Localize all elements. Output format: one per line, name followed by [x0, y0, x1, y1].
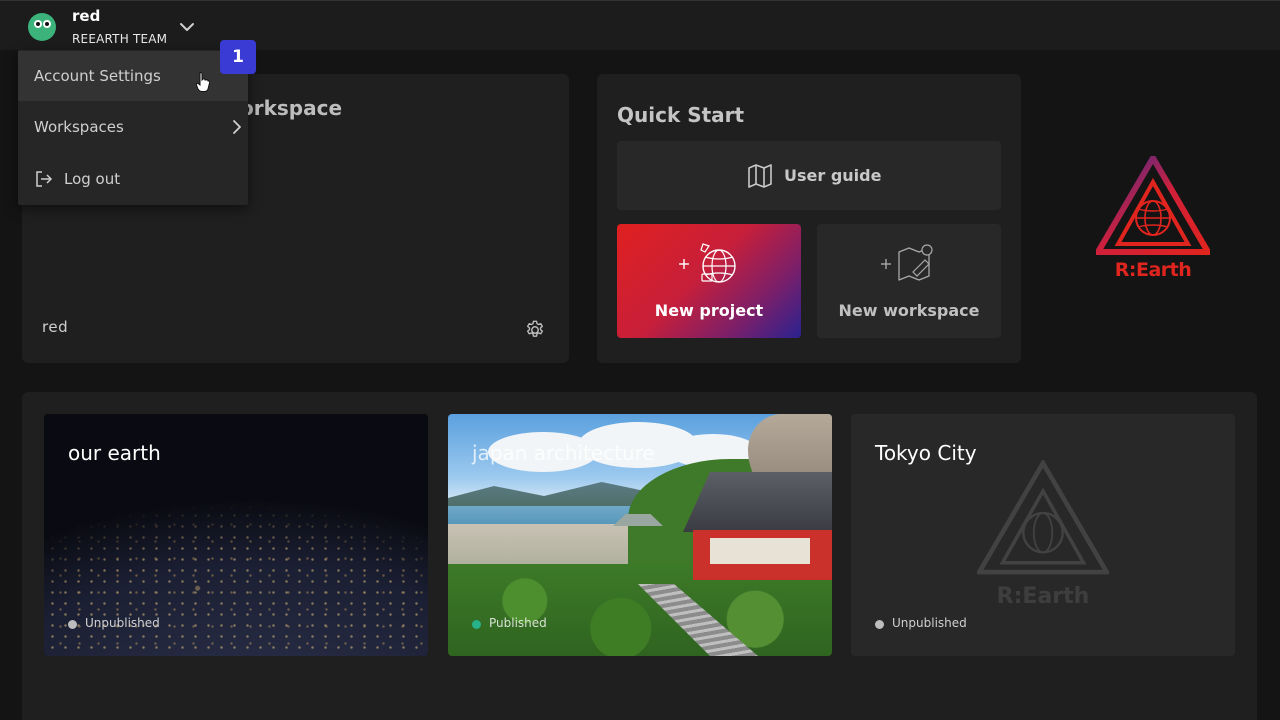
status-dot [68, 620, 77, 629]
step-badge: 1 [220, 40, 256, 74]
project-card-our-earth[interactable]: our earth Unpublished [44, 414, 428, 656]
reearth-logo-text: R:Earth [1114, 259, 1192, 281]
user-guide-button[interactable]: User guide [617, 141, 1001, 210]
status-dot [472, 620, 481, 629]
hand-cursor-icon [196, 72, 210, 92]
gear-icon[interactable] [524, 319, 546, 341]
menu-item-log-out[interactable]: Log out [18, 154, 248, 204]
menu-item-account-settings[interactable]: Account Settings [18, 51, 248, 101]
project-card-japan-architecture[interactable]: japan architecture Published [448, 414, 832, 656]
projects-panel: our earth Unpublished japan architecture… [22, 392, 1257, 720]
menu-item-label: Log out [64, 170, 121, 188]
team-name[interactable]: REEARTH TEAM [72, 32, 167, 46]
avatar-eye [43, 20, 51, 28]
temple-wall-shape [710, 538, 810, 564]
status-dot [875, 620, 884, 629]
new-project-label: New project [654, 301, 764, 320]
top-header: red REEARTH TEAM [0, 0, 1280, 50]
chevron-right-icon [233, 120, 241, 134]
new-project-globe-icon [679, 243, 736, 283]
new-workspace-icon [881, 244, 933, 281]
watermark-text: R:Earth [996, 584, 1090, 609]
status-label: Unpublished [85, 616, 160, 630]
menu-item-label: Workspaces [34, 118, 124, 136]
user-name[interactable]: red [72, 7, 100, 25]
user-guide-label: User guide [784, 166, 882, 185]
chevron-down-icon[interactable] [178, 18, 196, 36]
workspace-name: red [42, 318, 69, 336]
quick-start-card: Quick Start User guide New project New w… [597, 74, 1021, 363]
menu-item-workspaces[interactable]: Workspaces [18, 102, 248, 152]
quick-start-title: Quick Start [617, 103, 745, 127]
workspace-card-title: orkspace [240, 96, 343, 120]
status-label: Unpublished [892, 616, 967, 630]
menu-item-label: Account Settings [34, 67, 161, 85]
project-title: Tokyo City [875, 441, 977, 465]
status-label: Published [489, 616, 547, 630]
new-workspace-button[interactable]: New workspace [817, 224, 1001, 338]
user-avatar[interactable] [28, 13, 56, 41]
account-dropdown-menu: Account Settings Workspaces Log out [18, 50, 248, 205]
new-project-button[interactable]: New project [617, 224, 801, 338]
new-workspace-label: New workspace [838, 301, 980, 320]
logout-icon [36, 171, 53, 187]
project-title: japan architecture [472, 441, 655, 465]
project-title: our earth [68, 441, 161, 465]
project-card-tokyo-city[interactable]: R:Earth Tokyo City Unpublished [851, 414, 1235, 656]
map-icon [748, 164, 772, 188]
avatar-eye [34, 20, 42, 28]
